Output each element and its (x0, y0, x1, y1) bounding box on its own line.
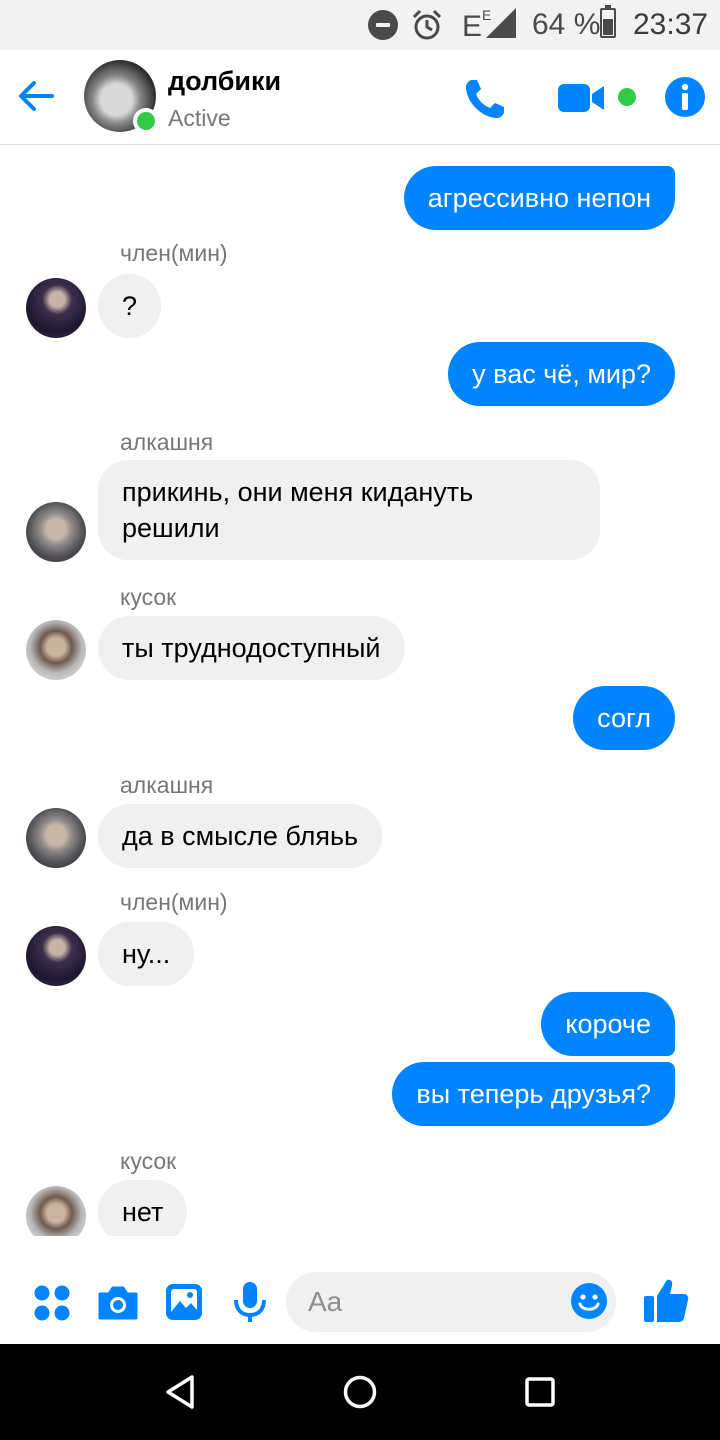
incoming-message[interactable]: да в смысле бляьь (98, 804, 383, 868)
sender-name: кусок (120, 584, 177, 610)
home-circle-icon[interactable] (342, 1374, 378, 1410)
video-camera-icon[interactable] (556, 82, 606, 114)
microphone-icon[interactable] (232, 1280, 268, 1324)
message-text-line: решили (122, 513, 220, 543)
outgoing-message[interactable]: согл (573, 686, 675, 750)
back-arrow-icon[interactable] (16, 76, 56, 116)
incoming-message[interactable]: ? (98, 274, 162, 338)
battery-icon (600, 5, 616, 38)
avatar[interactable] (26, 278, 86, 338)
message-text-line: прикинь, они меня кидануть (122, 477, 474, 507)
system-navigation-bar (0, 1344, 720, 1440)
clock: 23:37 (633, 8, 709, 41)
back-triangle-icon[interactable] (164, 1374, 196, 1410)
sender-name: кусок (120, 1148, 177, 1174)
incoming-message[interactable]: нет (98, 1180, 188, 1236)
battery-percent: 64 % (532, 8, 601, 41)
message-input-placeholder: Aa (308, 1286, 343, 1317)
message-composer: Aa (0, 1236, 720, 1344)
message-input[interactable]: Aa (286, 1272, 616, 1332)
avatar[interactable] (26, 502, 86, 562)
message-text: согл (597, 703, 651, 733)
message-text: ты труднодоступный (122, 633, 381, 663)
incoming-message[interactable]: ну... (98, 922, 195, 986)
message-text: короче (565, 1009, 651, 1039)
avatar[interactable] (26, 926, 86, 986)
sender-name: член(мин) (120, 889, 228, 915)
network-type-superscript: E (482, 7, 491, 23)
conversation-header: долбики Active (0, 50, 720, 145)
message-text: да в смысле бляьь (122, 821, 359, 851)
conversation-title[interactable]: долбики (168, 66, 281, 97)
sender-name: алкашня (120, 429, 214, 455)
message-text: нет (122, 1197, 164, 1227)
message-text: агрессивно непон (427, 183, 651, 213)
video-online-dot (618, 88, 636, 106)
online-indicator (133, 108, 159, 134)
message-text: у вас чё, мир? (472, 359, 651, 389)
sender-name: член(мин) (120, 240, 228, 266)
sender-name: алкашня (120, 772, 214, 798)
avatar[interactable] (26, 1186, 86, 1236)
avatar[interactable] (26, 620, 86, 680)
alarm-icon (412, 9, 442, 40)
gallery-icon[interactable] (164, 1282, 204, 1322)
message-text: ну... (122, 939, 171, 969)
info-icon[interactable] (664, 76, 706, 118)
signal-icon: E E (462, 7, 516, 40)
outgoing-message[interactable]: вы теперь друзья? (392, 1062, 675, 1126)
recents-square-icon[interactable] (524, 1376, 556, 1408)
avatar[interactable] (26, 808, 86, 868)
outgoing-message[interactable]: короче (541, 992, 675, 1056)
incoming-message[interactable]: прикинь, они меня кидануть решили (98, 460, 600, 560)
incoming-message[interactable]: ты труднодоступный (98, 616, 405, 680)
network-type-label: E (462, 10, 482, 40)
thumbs-up-icon[interactable] (642, 1276, 690, 1324)
phone-icon[interactable] (462, 76, 508, 122)
active-status: Active (168, 105, 231, 131)
outgoing-message[interactable]: у вас чё, мир? (448, 342, 675, 406)
do-not-disturb-icon (368, 10, 398, 40)
message-list[interactable]: агрессивно непон член(мин) ? у вас чё, м… (0, 146, 720, 1236)
message-text: ? (122, 291, 138, 321)
status-bar: E E 64 % 23:37 (0, 0, 720, 50)
emoji-icon[interactable] (570, 1282, 608, 1320)
outgoing-message[interactable]: агрессивно непон (403, 166, 675, 230)
camera-icon[interactable] (96, 1284, 140, 1322)
message-text: вы теперь друзья? (416, 1079, 651, 1109)
apps-grid-icon[interactable] (33, 1284, 71, 1322)
